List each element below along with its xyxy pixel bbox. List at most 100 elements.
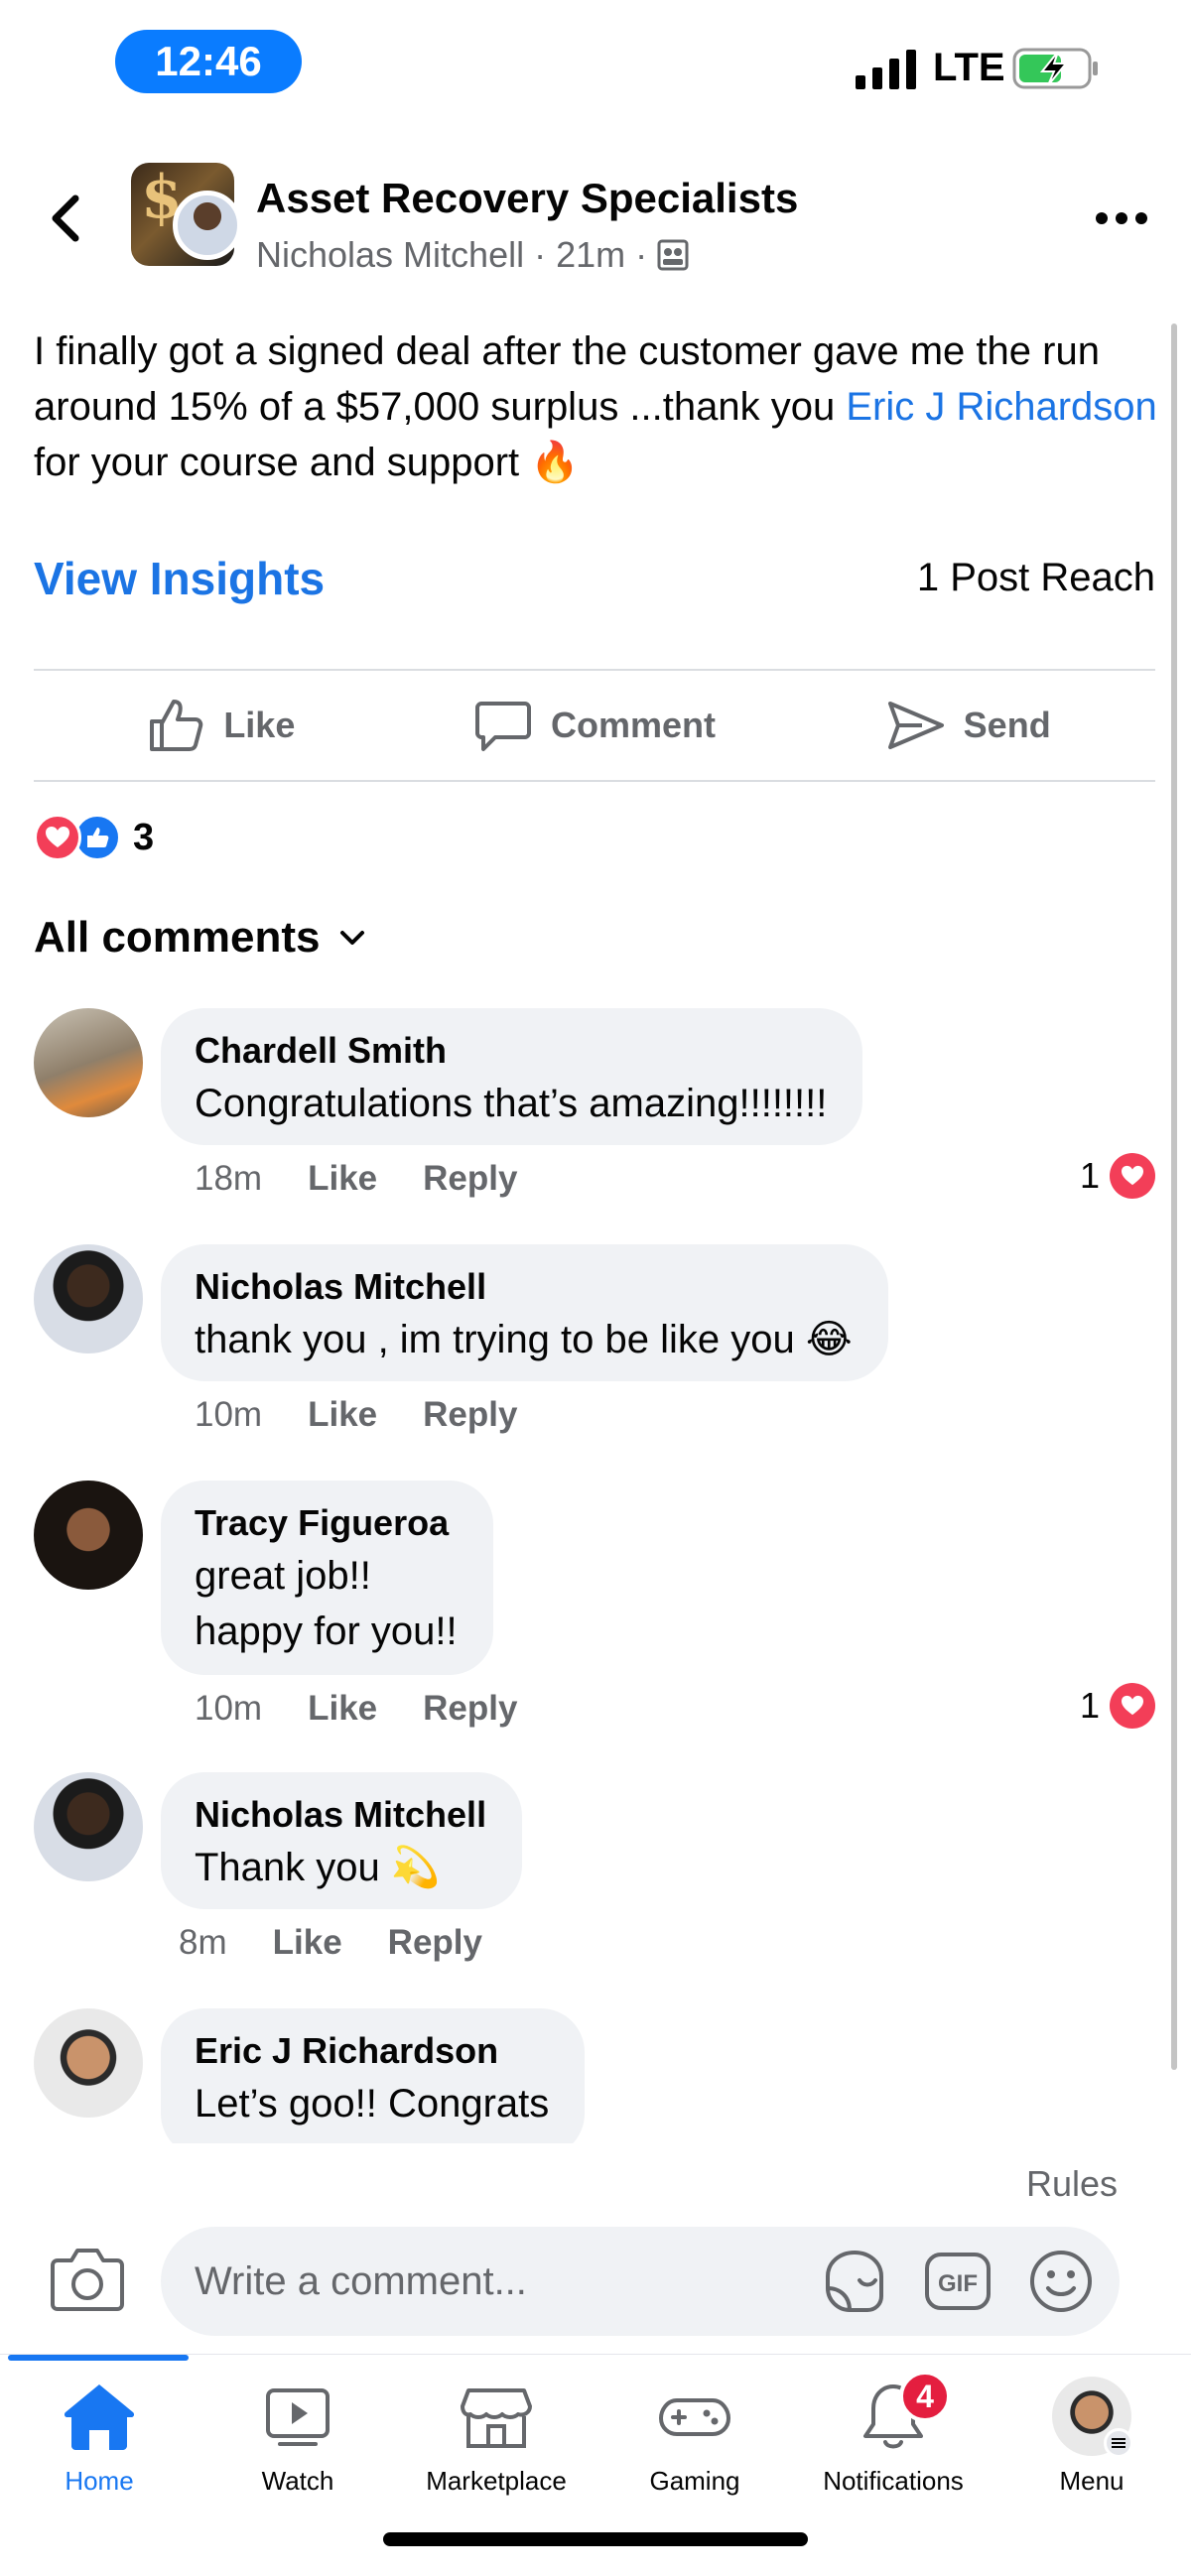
commenter-avatar[interactable] [34,1772,143,1881]
tab-notifications[interactable]: 4 Notifications [794,2371,992,2525]
fire-emoji-icon: 🔥 [530,441,581,484]
comment-item: Eric J Richardson Let’s goo!! Congrats [34,2008,1155,2143]
tab-marketplace[interactable]: Marketplace [397,2377,596,2525]
battery-charging-icon [1012,48,1098,89]
view-insights-link[interactable]: View Insights [34,552,325,605]
commenter-avatar[interactable] [34,2008,143,2118]
commenter-avatar[interactable] [34,1481,143,1590]
scrollbar[interactable] [1171,323,1177,2070]
status-bar: 12:46 LTE [0,0,1191,129]
heart-reaction-icon [34,814,81,861]
commenter-name[interactable]: Nicholas Mitchell [195,1262,853,1312]
comment-item: Nicholas Mitchell Thank you 💫 8m Like Re… [34,1772,1155,1971]
home-icon [64,2384,135,2450]
post-body: I finally got a signed deal after the cu… [34,323,1165,490]
comment-time: 8m [179,1923,227,1962]
tab-label: Gaming [649,2466,740,2496]
tab-label: Watch [261,2466,334,2496]
comment-bubble[interactable]: Tracy Figueroa great job!! happy for you… [161,1481,493,1675]
comment-sort-dropdown[interactable]: All comments [34,913,368,963]
comment-reaction-count[interactable]: 1 [1080,1153,1155,1199]
home-indicator [383,2532,808,2546]
status-time: 12:46 [115,30,302,93]
tab-label: Menu [1059,2466,1125,2496]
comment-time: 18m [195,1159,263,1198]
comment-text: thank you , im trying to be like you 😂 [195,1318,853,1361]
more-dots-icon[interactable] [1094,198,1149,238]
comment-bubble[interactable]: Eric J Richardson Let’s goo!! Congrats [161,2008,586,2143]
watch-icon [266,2388,330,2446]
tab-label: Home [65,2466,134,2496]
comment-reply-button[interactable]: Reply [423,1159,517,1199]
marketplace-icon [461,2388,532,2448]
group-name[interactable]: Asset Recovery Specialists [256,175,798,222]
commenter-avatar[interactable] [34,1244,143,1353]
active-tab-indicator [8,2355,189,2361]
comment-reaction-count[interactable]: 1 [1080,1683,1155,1729]
author-name[interactable]: Nicholas Mitchell [256,234,524,276]
comment-reply-button[interactable]: Reply [423,1689,517,1729]
action-bar: Like Comment Send [34,671,1155,780]
commenter-name[interactable]: Chardell Smith [195,1026,827,1076]
rules-link[interactable]: Rules [1026,2163,1118,2205]
comment-like-button[interactable]: Like [273,1923,342,1963]
send-label: Send [963,705,1051,745]
comment-bubble[interactable]: Chardell Smith Congratulations that’s am… [161,1008,863,1145]
comment-reply-button[interactable]: Reply [423,1395,517,1435]
comment-item: Tracy Figueroa great job!! happy for you… [34,1481,1155,1739]
comment-meta: 18m Like Reply [195,1159,517,1199]
composer-icons: GIF [820,2247,1096,2316]
like-label: Like [223,705,296,745]
gif-icon[interactable]: GIF [923,2247,992,2316]
camera-icon[interactable] [50,2247,125,2312]
comment-meta: 8m Like Reply [179,1923,482,1963]
sticker-icon[interactable] [820,2247,889,2316]
emoji-icon[interactable] [1026,2247,1096,2316]
comment-bubble[interactable]: Nicholas Mitchell Thank you 💫 [161,1772,523,1909]
comment-meta: 10m Like Reply [195,1689,517,1729]
reaction-count: 3 [133,816,155,858]
comment-likes-number: 1 [1079,1155,1100,1196]
comment-bubble-icon [475,702,531,751]
tab-gaming[interactable]: Gaming [596,2377,794,2525]
back-chevron-icon[interactable] [40,189,93,248]
comment-reply-button[interactable]: Reply [388,1923,482,1963]
notification-badge: 4 [899,2371,951,2422]
author-avatar[interactable] [173,191,242,260]
comment-sort-label: All comments [34,913,321,962]
network-type: LTE [933,46,1005,89]
comment-text-line2: happy for you!! [195,1610,458,1653]
divider [34,780,1155,782]
tab-watch[interactable]: Watch [198,2377,397,2525]
meta-separator: · [534,234,547,275]
commenter-name[interactable]: Nicholas Mitchell [195,1790,486,1840]
comment-item: Chardell Smith Congratulations that’s am… [34,1008,1155,1207]
commenter-avatar[interactable] [34,1008,143,1117]
signal-icon [856,50,916,89]
tab-menu[interactable]: Menu [992,2377,1191,2525]
comment-button[interactable]: Comment [408,671,782,780]
post-text-after: for your course and support [34,441,531,484]
comment-composer: GIF [0,2219,1191,2338]
gaming-icon [658,2398,731,2436]
comment-meta: 10m Like Reply [195,1395,517,1435]
send-button[interactable]: Send [781,671,1155,780]
meta-separator: · [635,234,648,275]
commenter-name[interactable]: Eric J Richardson [195,2026,549,2076]
tab-label: Marketplace [426,2466,567,2496]
comment-time: 10m [195,1689,263,1728]
post-time: 21m [556,234,626,275]
comment-like-button[interactable]: Like [308,1159,377,1199]
heart-reaction-icon [1110,1153,1155,1199]
reactions-summary[interactable]: 3 [34,812,154,863]
tab-home[interactable]: Home [0,2377,198,2525]
comment-bubble[interactable]: Nicholas Mitchell thank you , im trying … [161,1244,888,1381]
comment-like-button[interactable]: Like [308,1689,377,1729]
comment-like-button[interactable]: Like [308,1395,377,1435]
send-icon [887,702,944,749]
mention-link[interactable]: Eric J Richardson [846,385,1156,429]
commenter-name[interactable]: Tracy Figueroa [195,1498,458,1548]
tab-label: Notifications [823,2466,964,2496]
like-button[interactable]: Like [34,671,408,780]
comment-time: 10m [195,1395,263,1434]
